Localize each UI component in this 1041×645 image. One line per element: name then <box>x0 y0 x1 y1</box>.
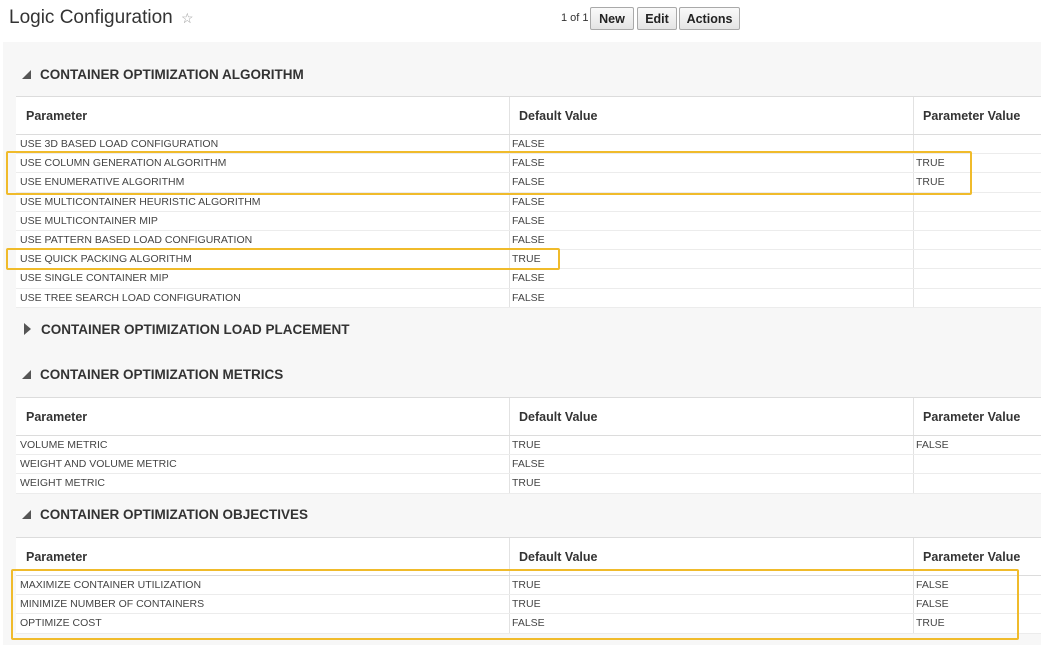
table-row[interactable]: USE PATTERN BASED LOAD CONFIGURATION FALS… <box>16 231 1041 251</box>
parameter-value-cell[interactable]: TRUE <box>916 614 945 632</box>
parameter-cell: MINIMIZE NUMBER OF CONTAINERS <box>20 598 205 611</box>
parameter-cell: USE COLUMN GENERATION ALGORITHM <box>20 157 227 170</box>
parameter-cell: USE ENUMERATIVE ALGORITHM <box>20 176 185 189</box>
parameter-cell: WEIGHT METRIC <box>20 477 105 490</box>
table-row[interactable]: OPTIMIZE COST FALSE TRUE <box>16 614 1041 634</box>
default-value-cell: FALSE <box>512 458 545 471</box>
objectives-table: Parameter Default Value Parameter Value … <box>16 537 1041 634</box>
table-row[interactable]: USE SINGLE CONTAINER MIP FALSE <box>16 269 1041 289</box>
section-header-metrics[interactable]: CONTAINER OPTIMIZATION METRICS <box>22 365 283 383</box>
column-header-default-value[interactable]: Default Value <box>519 97 598 134</box>
table-row[interactable]: USE 3D BASED LOAD CONFIGURATION FALSE <box>16 135 1041 155</box>
triangle-expanded-icon <box>22 69 31 79</box>
default-value-cell: TRUE <box>512 477 541 490</box>
default-value-cell: FALSE <box>512 272 545 285</box>
section-header-load-placement[interactable]: CONTAINER OPTIMIZATION LOAD PLACEMENT <box>22 320 349 338</box>
parameter-value-cell[interactable]: FALSE <box>916 576 949 594</box>
column-header-parameter[interactable]: Parameter <box>26 398 87 435</box>
parameter-value-cell[interactable]: TRUE <box>916 173 945 191</box>
table-header: Parameter Default Value Parameter Value <box>16 97 1041 135</box>
table-header: Parameter Default Value Parameter Value <box>16 538 1041 576</box>
default-value-cell: FALSE <box>512 291 545 304</box>
actions-button[interactable]: Actions <box>679 7 740 30</box>
section-header-algorithm[interactable]: CONTAINER OPTIMIZATION ALGORITHM <box>22 65 304 83</box>
column-header-parameter-value[interactable]: Parameter Value <box>923 538 1020 575</box>
default-value-cell: TRUE <box>512 598 541 611</box>
pager-count: 1 of 1 <box>561 12 589 24</box>
default-value-cell: FALSE <box>512 214 545 227</box>
metrics-table: Parameter Default Value Parameter Value … <box>16 397 1041 494</box>
default-value-cell: TRUE <box>512 439 541 452</box>
parameter-cell: MAXIMIZE CONTAINER UTILIZATION <box>20 579 202 592</box>
column-header-parameter[interactable]: Parameter <box>26 538 87 575</box>
section-title: CONTAINER OPTIMIZATION ALGORITHM <box>40 66 304 82</box>
parameter-cell: OPTIMIZE COST <box>20 617 102 630</box>
parameter-cell: VOLUME METRIC <box>20 439 108 452</box>
column-header-parameter[interactable]: Parameter <box>26 97 87 134</box>
table-row[interactable]: USE MULTICONTAINER MIP FALSE <box>16 212 1041 231</box>
default-value-cell: TRUE <box>512 579 541 592</box>
table-row[interactable]: MINIMIZE NUMBER OF CONTAINERS TRUE FALSE <box>16 595 1041 615</box>
default-value-cell: FALSE <box>512 176 545 189</box>
section-header-objectives[interactable]: CONTAINER OPTIMIZATION OBJECTIVES <box>22 505 308 523</box>
section-title: CONTAINER OPTIMIZATION LOAD PLACEMENT <box>41 321 350 337</box>
algorithm-table: Parameter Default Value Parameter Value … <box>16 96 1041 308</box>
column-header-default-value[interactable]: Default Value <box>519 398 598 435</box>
table-row[interactable]: USE COLUMN GENERATION ALGORITHM FALSE TRUE <box>16 154 1041 174</box>
title-bar: Logic Configuration ☆ 1 of 1 New Edit Ac… <box>0 0 1041 40</box>
parameter-cell: USE TREE SEARCH LOAD CONFIGURATION <box>20 291 241 304</box>
column-header-parameter-value[interactable]: Parameter Value <box>923 398 1020 435</box>
default-value-cell: FALSE <box>512 234 545 247</box>
edit-button[interactable]: Edit <box>637 7 677 30</box>
section-title: CONTAINER OPTIMIZATION OBJECTIVES <box>40 506 309 522</box>
table-row[interactable]: USE MULTICONTAINER HEURISTIC ALGORITHM FA… <box>16 193 1041 212</box>
column-header-parameter-value[interactable]: Parameter Value <box>923 97 1020 134</box>
new-button[interactable]: New <box>590 7 634 30</box>
triangle-collapsed-icon <box>24 323 31 335</box>
table-row[interactable]: WEIGHT METRIC TRUE <box>16 474 1041 494</box>
parameter-cell: WEIGHT AND VOLUME METRIC <box>20 458 177 471</box>
parameter-cell: USE MULTICONTAINER HEURISTIC ALGORITHM <box>20 195 261 208</box>
parameter-value-cell[interactable]: TRUE <box>916 154 945 172</box>
parameter-cell: USE 3D BASED LOAD CONFIGURATION <box>20 138 219 151</box>
table-row[interactable]: USE QUICK PACKING ALGORITHM TRUE <box>16 250 1041 270</box>
column-header-default-value[interactable]: Default Value <box>519 538 598 575</box>
default-value-cell: FALSE <box>512 138 545 151</box>
parameter-value-cell[interactable]: FALSE <box>916 436 949 454</box>
table-header: Parameter Default Value Parameter Value <box>16 398 1041 436</box>
page-title: Logic Configuration <box>9 7 173 28</box>
parameter-value-cell[interactable]: FALSE <box>916 595 949 613</box>
default-value-cell: FALSE <box>512 617 545 630</box>
table-row[interactable]: USE TREE SEARCH LOAD CONFIGURATION FALSE <box>16 289 1041 308</box>
default-value-cell: FALSE <box>512 157 545 170</box>
section-title: CONTAINER OPTIMIZATION METRICS <box>40 366 284 382</box>
table-row[interactable]: VOLUME METRIC TRUE FALSE <box>16 436 1041 456</box>
default-value-cell: TRUE <box>512 253 541 266</box>
parameter-cell: USE QUICK PACKING ALGORITHM <box>20 253 192 266</box>
star-outline-icon[interactable]: ☆ <box>181 10 194 27</box>
table-row[interactable]: MAXIMIZE CONTAINER UTILIZATION TRUE FALSE <box>16 576 1041 596</box>
default-value-cell: FALSE <box>512 195 545 208</box>
table-row[interactable]: USE ENUMERATIVE ALGORITHM FALSE TRUE <box>16 173 1041 193</box>
parameter-cell: USE MULTICONTAINER MIP <box>20 214 158 227</box>
triangle-expanded-icon <box>22 509 31 519</box>
table-row[interactable]: WEIGHT AND VOLUME METRIC FALSE <box>16 455 1041 475</box>
parameter-cell: USE SINGLE CONTAINER MIP <box>20 272 169 285</box>
triangle-expanded-icon <box>22 369 31 379</box>
parameter-cell: USE PATTERN BASED LOAD CONFIGURATION <box>20 234 253 247</box>
